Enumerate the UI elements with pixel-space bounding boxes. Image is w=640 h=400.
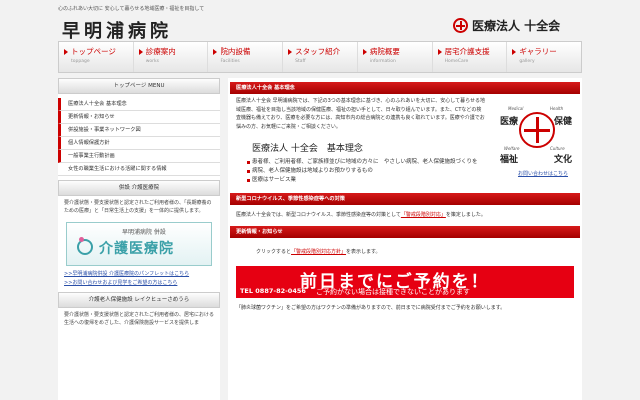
dot-icon [79, 237, 84, 242]
nav-item-homecare[interactable]: 居宅介護支援 HomeCare [433, 42, 508, 72]
section-title-philosophy: 医療法人十全会 基本理念 [230, 82, 580, 94]
nav-label: 院内設備 [220, 47, 251, 56]
covid-text: 医療法人十全会では、新型コロナウイルス、季節性感染症等の対策として「警戒段階別対… [230, 205, 580, 220]
philosophy-item: 患者様、ご利用者様、ご家族様並びに地域の方々に やさしい病院、老人保健施設づくり… [230, 158, 580, 167]
update-text-after: を表示します。 [346, 248, 381, 255]
facility-description: 要介護状態・要支援状態と認定されたご利用者様の、「長期療養のための医療」と「日常… [64, 200, 212, 214]
nav-label: ギャラリー [519, 47, 557, 56]
philosophy-item: 医療はサービス業 [230, 176, 580, 185]
nav-sublabel: HomeCare [444, 59, 469, 64]
emblem-medical-jp: 医療 [500, 117, 519, 127]
main-content: 医療法人十全会 基本理念 医療法人十全会 早明浦病院では、下記の3つの基本理念に… [228, 78, 582, 400]
nav-item-top[interactable]: トップページ toppage [59, 42, 134, 72]
nav-label: 診療案内 [145, 47, 176, 56]
reservation-banner: 前日までにご予約を！ TEL 0887-82-0456 ご予約がない場合は接種で… [236, 266, 574, 298]
facility-title: 併設 介護医療院 [58, 180, 220, 196]
pamphlet-link[interactable]: >>早明浦病院併設 介護医療院のパンフレットはこちら [58, 270, 220, 279]
cross-emblem-icon [453, 18, 468, 33]
nav-label: 居宅介護支援 [444, 47, 490, 56]
emblem-health-en: Health [550, 106, 564, 111]
update-text-before: クリックすると [256, 248, 292, 255]
emblem-medical-en: Medical [508, 106, 524, 111]
banner-subtitle: 早明浦病院 併設 [122, 229, 166, 236]
sidebar-item-privacy[interactable]: 個人情報保護方針 [58, 137, 220, 150]
intro-text: 医療法人十全会 早明浦病院では、下記の3つの基本理念に基づき、心のふれあいを大切… [236, 98, 486, 130]
nav-item-staff[interactable]: スタッフ紹介 Staff [283, 42, 358, 72]
sidebar-item-network[interactable]: 併設施設・事業ネットワーク図 [58, 124, 220, 137]
sidebar-item-philosophy[interactable]: 医療法人十全会 基本理念 [58, 98, 220, 111]
site-tagline: 心のふれあい大切に 安心して暮らせる地域医療・福祉を目指して [58, 6, 205, 12]
page: 心のふれあい大切に 安心して暮らせる地域医療・福祉を目指して 早明浦病院 医療法… [0, 0, 640, 400]
nav-item-works[interactable]: 診療案内 works [134, 42, 209, 72]
section-title-updates: 更新情報・お知らせ [230, 225, 580, 238]
nav-item-information[interactable]: 病院概要 information [358, 42, 433, 72]
nav-label: 病院概要 [369, 47, 400, 56]
rouken-description: 要介護状態・要支援状態と認定されたご利用者様の、居宅における生活への復帰をめざし… [64, 312, 215, 326]
nav-sublabel: Staff [295, 59, 306, 64]
care-hospital-banner[interactable]: 早明浦病院 併設 介護医療院 [66, 222, 212, 266]
emblem-health-jp: 保健 [554, 117, 573, 127]
nav-item-gallery[interactable]: ギャラリー gallery [507, 42, 581, 72]
philosophy-item: 病院、老人保健施設は地域よりお預かりするもの [230, 167, 580, 176]
nav-sublabel: works [145, 59, 159, 64]
covid-text-before: 医療法人十全会では、新型コロナウイルス、季節性感染症等の対策として [236, 212, 401, 218]
sidebar-item-women[interactable]: 女性の職業生活における活躍に関する情報 [58, 163, 220, 176]
covid-text-after: を策定しました。 [445, 212, 486, 218]
hospital-logo[interactable]: 早明浦病院 [62, 17, 172, 43]
cross-circle-icon [519, 112, 555, 148]
corporation-name: 医療法人 十全会 [453, 17, 560, 34]
reservation-phone[interactable]: TEL 0887-82-0456 [240, 287, 306, 295]
global-nav: トップページ toppage 診療案内 works 院内設備 Facilitie… [58, 41, 582, 73]
reservation-note: ご予約がない場合は接種できないことがあります [316, 288, 470, 296]
emblem-welfare-en: Welfare [504, 146, 520, 151]
nav-item-facilities[interactable]: 院内設備 Facilities [208, 42, 284, 72]
rouken-title: 介護老人保健施設 レイクヒューさめうら [58, 292, 220, 308]
nav-sublabel: gallery [519, 59, 535, 64]
visit-inquiry-link[interactable]: >>お問い合わせおよび見学をご希望の方はこちら [58, 279, 220, 288]
sidebar: トップページ MENU 医療法人十全会 基本理念 更新情報・お知らせ 併設施設・… [58, 78, 220, 400]
sidebar-item-action-plan[interactable]: 一般事業主行動計画 [58, 150, 220, 163]
nav-sublabel: information [369, 59, 396, 64]
nav-label: スタッフ紹介 [295, 47, 341, 56]
alert-level-link[interactable]: 「警戒段階別対応」 [401, 212, 446, 218]
sidebar-item-updates[interactable]: 更新情報・お知らせ [58, 111, 220, 124]
sidebar-menu-title: トップページ MENU [58, 78, 220, 94]
section-title-covid: 新型コロナウイルス、季節性感染症等への対策 [230, 193, 580, 205]
corporation-label: 医療法人 十全会 [472, 19, 561, 33]
nav-sublabel: toppage [71, 59, 90, 64]
vaccine-text: 「肺炎球菌ワクチン」をご希望の方はワクチンの準備がありますので、前日までに病院受… [236, 305, 506, 311]
update-text: クリックすると「警戒段階別対応方針」を表示します。 [230, 238, 580, 257]
emblem-culture-en: Culture [550, 146, 565, 151]
nav-sublabel: Facilities [220, 59, 240, 64]
alert-policy-link[interactable]: 「警戒段階別対応方針」 [291, 249, 346, 255]
banner-title: 介護医療院 [99, 241, 174, 257]
nav-label: トップページ [71, 47, 116, 56]
